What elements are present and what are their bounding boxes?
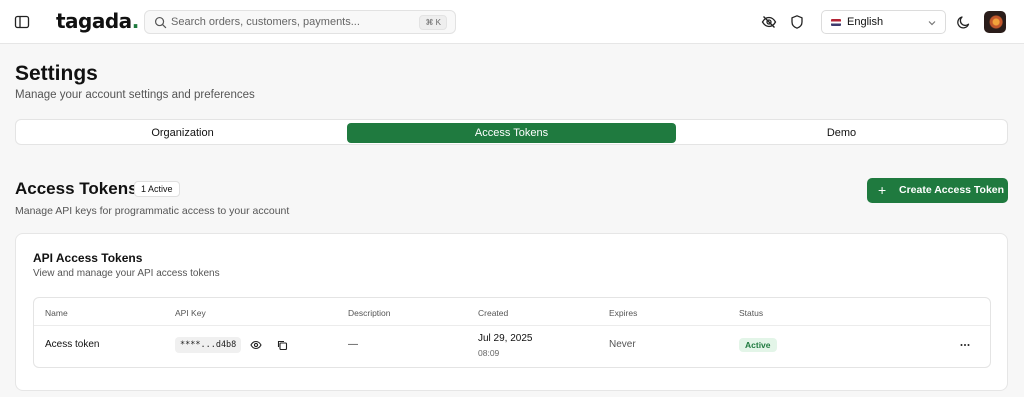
more-options-icon[interactable] [959,339,971,351]
logo-dot: . [131,9,140,33]
logo[interactable]: tagada. [56,9,139,33]
expires-value: Never [609,339,636,350]
chevron-down-icon [928,21,936,26]
plus-icon: + [878,182,887,198]
tab-demo[interactable]: Demo [678,123,1005,143]
card-subtitle: View and manage your API access tokens [33,268,220,279]
moon-icon[interactable] [956,14,972,30]
search-icon [154,16,167,29]
language-select[interactable]: English [821,10,946,34]
search-placeholder: Search orders, customers, payments... [171,16,360,28]
eye-icon[interactable] [250,339,262,351]
column-header-created: Created [478,308,509,318]
tab-organization[interactable]: Organization [19,123,346,143]
api-key-value: ****...d4b8 [175,337,242,353]
active-count-badge: 1 Active [134,181,180,197]
create-button-label: Create Access Token [899,184,1005,196]
eye-off-icon[interactable] [761,14,777,30]
card-title: API Access Tokens [33,251,143,265]
token-name: Acess token [45,339,100,350]
shield-icon[interactable] [789,14,805,30]
avatar[interactable] [984,11,1006,33]
column-header-expires: Expires [609,308,638,318]
copy-icon[interactable] [276,339,288,351]
sidebar-toggle-icon[interactable] [14,14,30,30]
flag-icon [831,19,841,26]
created-time: 08:09 [478,348,500,358]
table-header: Name API Key Description Created Expires… [34,298,990,326]
section-title: Access Tokens [15,179,138,198]
column-header-description: Description [348,308,391,318]
status-badge: Active [739,338,777,352]
column-header-name: Name [45,308,68,318]
page-subtitle: Manage your account settings and prefere… [15,89,255,101]
top-bar: tagada. Search orders, customers, paymen… [0,0,1024,44]
column-header-api-key: API Key [175,308,206,318]
section-subtitle: Manage API keys for programmatic access … [15,205,290,217]
create-access-token-button[interactable]: + Create Access Token [867,178,1008,203]
api-tokens-card: API Access Tokens View and manage your A… [15,233,1008,391]
search-input[interactable]: Search orders, customers, payments... ⌘ … [144,10,456,34]
created-date: Jul 29, 2025 [478,333,533,344]
tokens-table: Name API Key Description Created Expires… [33,297,991,368]
settings-tabs: Organization Access Tokens Demo [15,119,1008,145]
search-shortcut: ⌘ K [419,15,447,30]
token-description: — [348,339,358,350]
language-label: English [847,16,884,28]
column-header-status: Status [739,308,764,318]
tab-access-tokens[interactable]: Access Tokens [347,123,676,143]
page-title: Settings [15,62,98,85]
